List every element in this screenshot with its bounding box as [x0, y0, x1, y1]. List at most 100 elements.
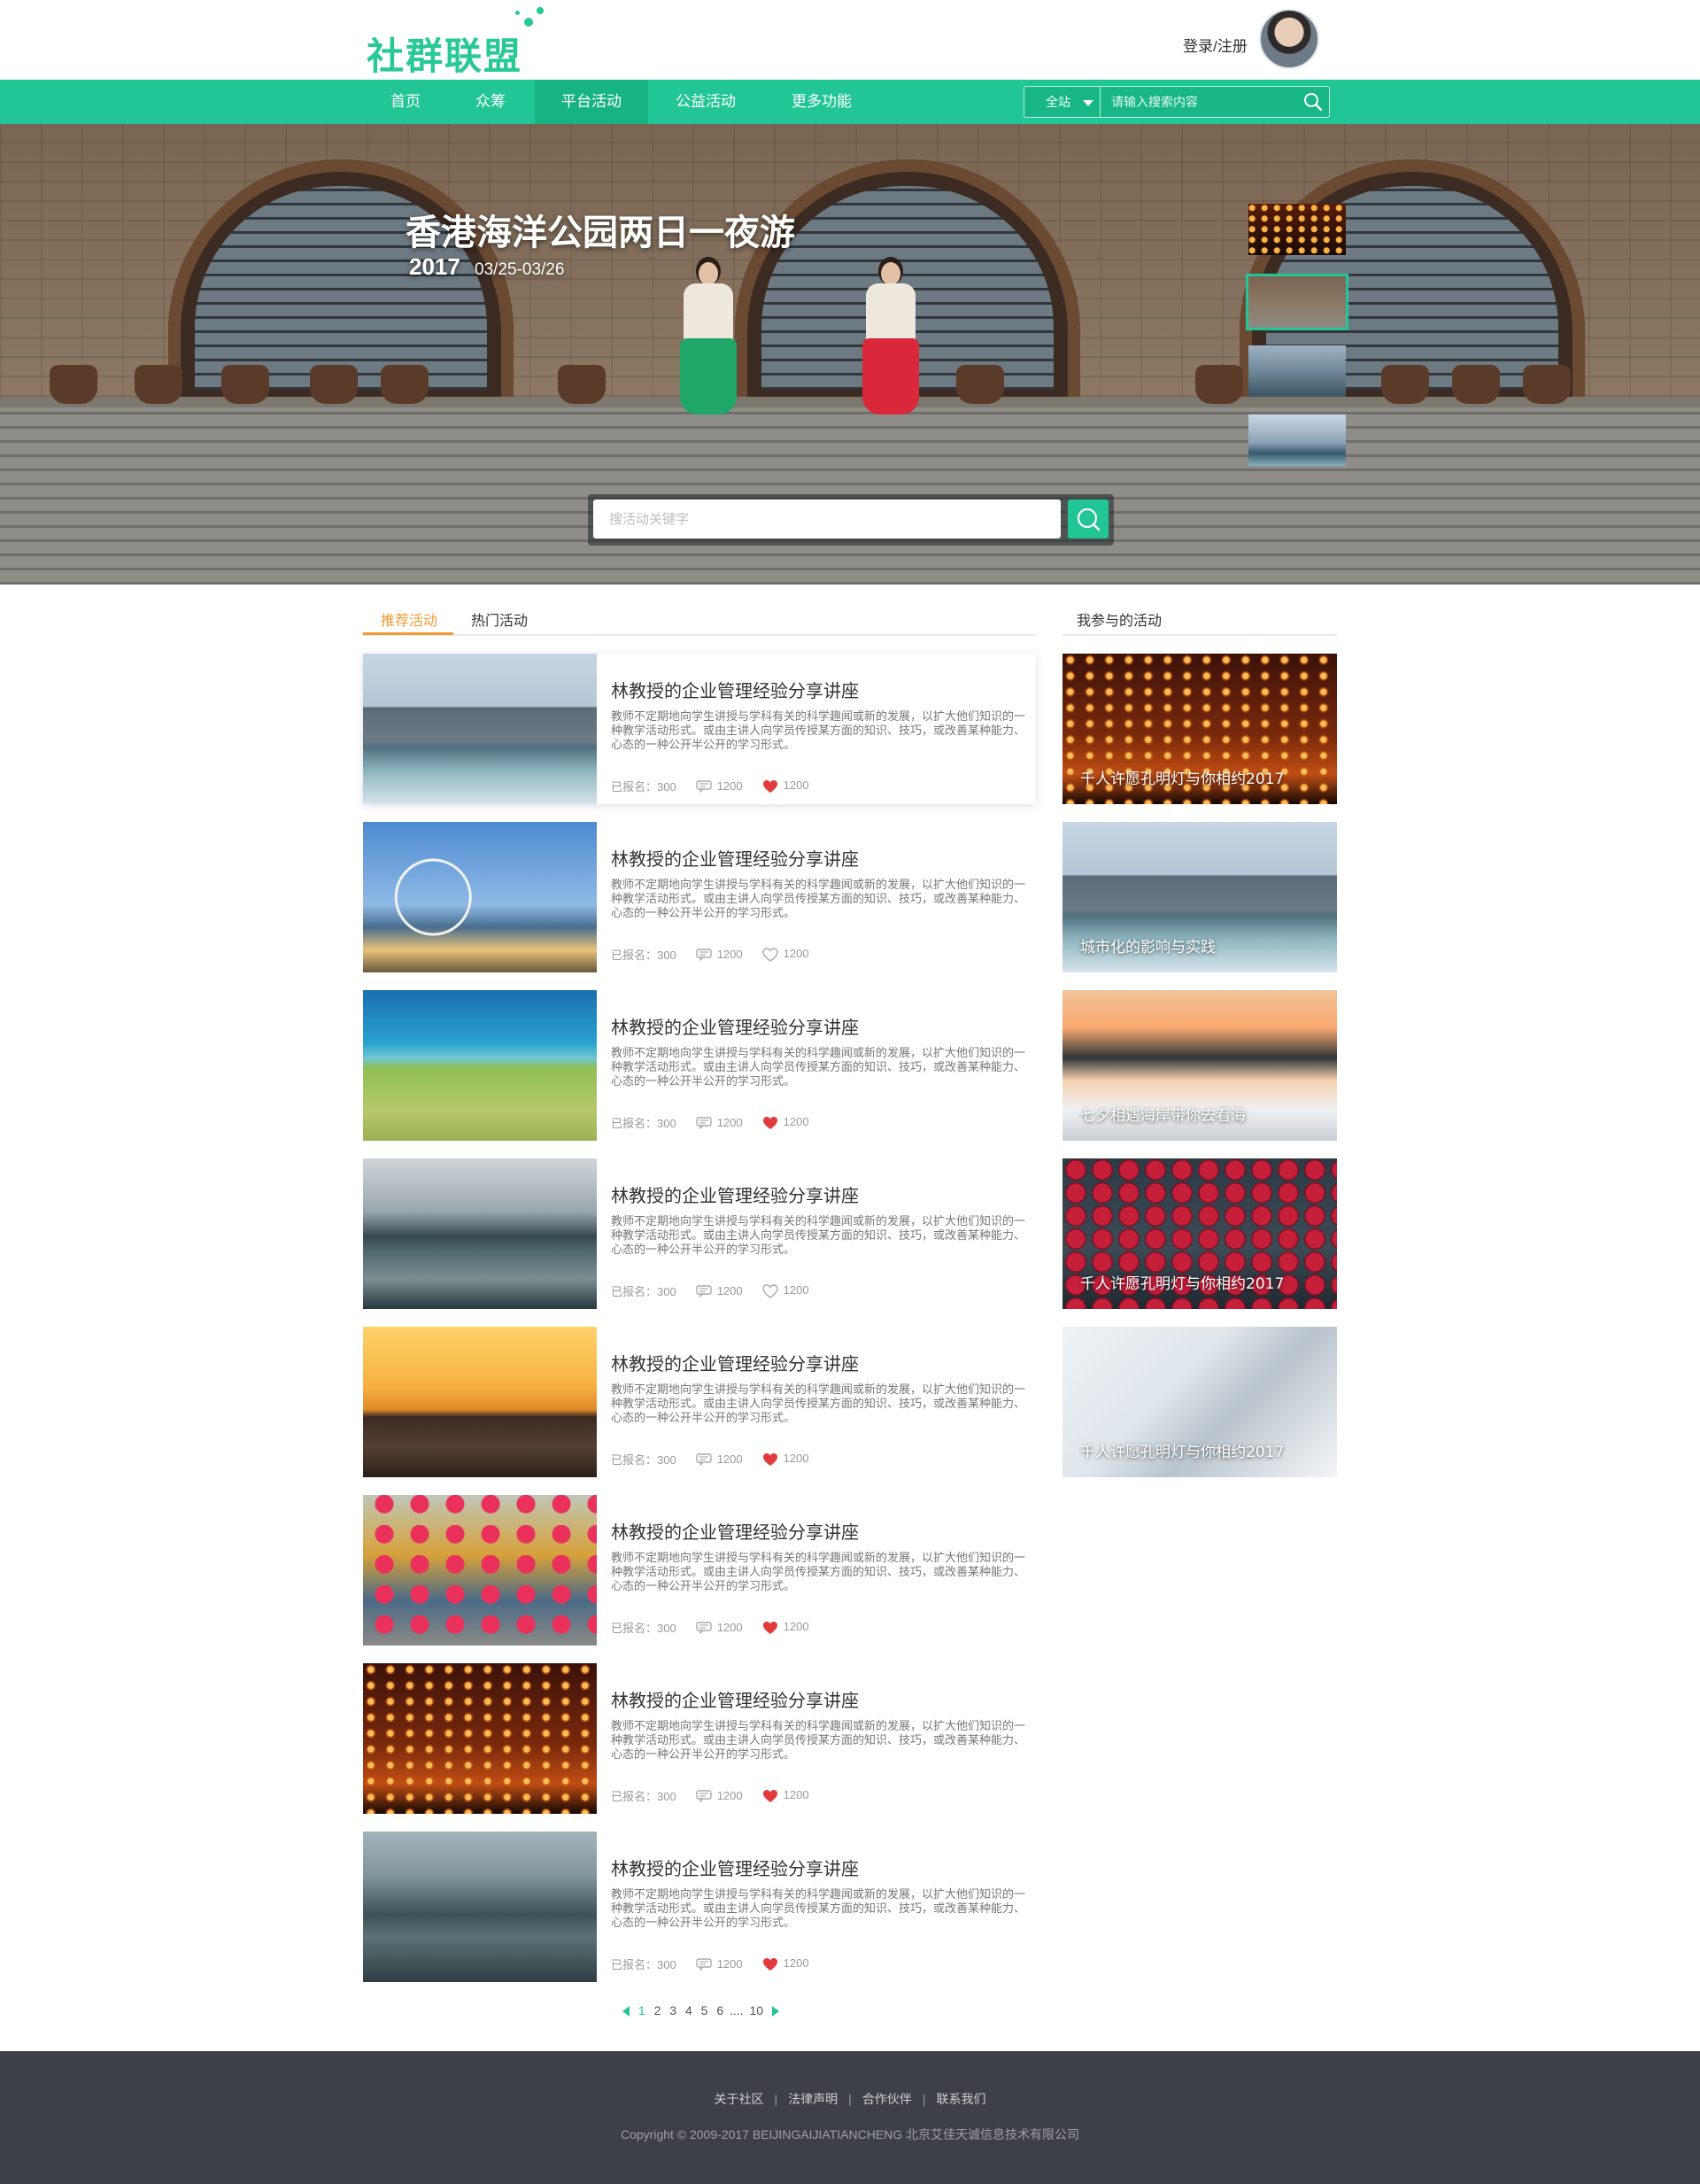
footer-link-contact[interactable]: 联系我们 [936, 2092, 985, 2106]
comment-stat[interactable]: 1200 [696, 1957, 743, 1971]
activity-title[interactable]: 林教授的企业管理经验分享讲座 [611, 677, 859, 702]
activity-title[interactable]: 林教授的企业管理经验分享讲座 [611, 1686, 859, 1712]
nav-item-home[interactable]: 首页 [370, 80, 441, 124]
footer-link-partners[interactable]: 合作伙伴 [862, 2092, 912, 2106]
page-link[interactable]: 2 [654, 2003, 661, 2017]
comment-icon [696, 949, 712, 962]
my-activity-card[interactable]: 城市化的影响与实践 [1062, 822, 1337, 972]
hero-thumbnail-city[interactable] [1248, 414, 1346, 466]
activity-image[interactable] [363, 822, 597, 972]
footer-link-legal[interactable]: 法律声明 [788, 2092, 838, 2106]
site-logo[interactable]: 社群联盟 [363, 7, 544, 78]
heart-filled-icon [762, 1789, 777, 1802]
footer-separator: | [922, 2092, 926, 2106]
my-activity-card[interactable]: 七夕相遇海岸带你去看海 [1062, 990, 1337, 1141]
nav-item-charity-activities[interactable]: 公益活动 [664, 80, 747, 124]
comment-stat[interactable]: 1200 [696, 1116, 743, 1130]
heart-outline-icon [761, 1284, 778, 1298]
comment-stat[interactable]: 1200 [696, 1789, 743, 1803]
next-page-arrow-icon[interactable] [771, 2006, 779, 2017]
comment-count: 1200 [716, 778, 743, 793]
nav-item-crowdfunding[interactable]: 众筹 [455, 80, 526, 124]
registered-count: 已报名：300 [611, 949, 676, 962]
activity-description: 教师不定期地向学生讲授与学科有关的科学趣闻或新的发展，以扩大他们知识的一种教学活… [611, 1046, 1026, 1088]
activity-item[interactable]: 林教授的企业管理经验分享讲座 教师不定期地向学生讲授与学科有关的科学趣闻或新的发展… [363, 1158, 1036, 1309]
activity-item[interactable]: 林教授的企业管理经验分享讲座教师不定期地向学生讲授与学科有关的科学趣闻或新的发展… [363, 1663, 1036, 1814]
my-activity-card[interactable]: 千人许愿孔明灯与你相约2017 [1062, 1327, 1337, 1477]
my-activity-title: 城市化的影响与实践 [1080, 939, 1216, 956]
page-link[interactable]: 6 [716, 2003, 723, 2017]
activity-image[interactable] [363, 1327, 597, 1477]
activity-title[interactable]: 林教授的企业管理经验分享讲座 [611, 845, 859, 871]
like-count: 1200 [783, 1452, 809, 1466]
activity-title[interactable]: 林教授的企业管理经验分享讲座 [611, 1855, 859, 1880]
logo-text: 社群联盟 [367, 35, 523, 78]
footer-link-about[interactable]: 关于社区 [715, 2092, 764, 2106]
comment-stat[interactable]: 1200 [696, 779, 743, 794]
my-activity-card[interactable]: 千人许愿孔明灯与你相约2017 [1062, 654, 1337, 804]
login-register-link[interactable]: 登录/注册 [1183, 34, 1248, 56]
activity-image[interactable] [363, 1663, 597, 1814]
like-stat[interactable]: 1200 [762, 778, 809, 794]
activity-description: 教师不定期地向学生讲授与学科有关的科学趣闻或新的发展，以扩大他们知识的一种教学活… [611, 1382, 1026, 1424]
like-stat[interactable]: 1200 [762, 1788, 809, 1803]
activity-image[interactable] [363, 1495, 597, 1646]
page-current[interactable]: 1 [638, 2003, 645, 2017]
activity-image[interactable] [363, 1158, 597, 1309]
comment-icon [696, 780, 712, 794]
activity-item[interactable]: 林教授的企业管理经验分享讲座 教师不定期地向学生讲授与学科有关的科学趣闻或新的发展… [363, 1495, 1036, 1646]
page-link-last[interactable]: 10 [749, 2003, 763, 2017]
activity-title[interactable]: 林教授的企业管理经验分享讲座 [611, 1181, 859, 1207]
comment-stat[interactable]: 1200 [696, 1452, 743, 1467]
comment-icon [696, 1453, 712, 1467]
like-count: 1200 [783, 1115, 809, 1129]
avatar[interactable] [1259, 9, 1319, 69]
page-link[interactable]: 5 [701, 2003, 708, 2017]
activity-item[interactable]: 林教授的企业管理经验分享讲座教师不定期地向学生讲授与学科有关的科学趣闻或新的发展… [363, 990, 1036, 1141]
hero-thumbnail-mountains[interactable] [1248, 345, 1346, 397]
pot [1195, 365, 1243, 404]
activity-item[interactable]: 林教授的企业管理经验分享讲座 教师不定期地向学生讲授与学科有关的科学趣闻或新的发展… [363, 1832, 1036, 1982]
like-stat[interactable]: 1200 [762, 1452, 809, 1467]
activity-title[interactable]: 林教授的企业管理经验分享讲座 [611, 1350, 859, 1375]
hero-thumbnail-lanterns[interactable] [1248, 204, 1346, 255]
tab-popular[interactable]: 热门活动 [471, 608, 528, 630]
like-stat[interactable]: 1200 [762, 1115, 809, 1130]
heart-filled-icon [762, 779, 777, 793]
search-scope-label: 全站 [1046, 95, 1070, 109]
like-stat[interactable]: 1200 [762, 1956, 809, 1971]
pot [558, 365, 606, 404]
prev-page-arrow-icon[interactable] [622, 2006, 630, 2017]
hero-search-input[interactable] [593, 500, 1061, 538]
nav-search-input[interactable] [1102, 89, 1297, 115]
activity-item[interactable]: 林教授的企业管理经验分享讲座 教师不定期地向学生讲授与学科有关的科学趣闻或新的发展… [363, 654, 1036, 804]
activity-title[interactable]: 林教授的企业管理经验分享讲座 [611, 1518, 859, 1544]
activity-title[interactable]: 林教授的企业管理经验分享讲座 [611, 1013, 859, 1039]
page-link[interactable]: 3 [669, 2003, 676, 2017]
tab-recommended[interactable]: 推荐活动 [381, 608, 437, 630]
pot [1452, 365, 1500, 404]
activity-image[interactable] [363, 1832, 597, 1982]
search-scope-select[interactable]: 全站 [1024, 87, 1101, 117]
search-icon[interactable] [1302, 91, 1324, 112]
footer-separator: | [774, 2092, 778, 2106]
hero-search-button[interactable] [1068, 500, 1109, 538]
activity-item[interactable]: 林教授的企业管理经验分享讲座 教师不定期地向学生讲授与学科有关的科学趣闻或新的发展… [363, 822, 1036, 972]
heart-filled-icon [762, 1621, 777, 1634]
activity-image[interactable] [363, 990, 597, 1141]
page-link[interactable]: 4 [685, 2003, 692, 2017]
my-activity-card[interactable]: 千人许愿孔明灯与你相约2017 [1062, 1158, 1337, 1309]
like-stat[interactable]: 1200 [762, 1620, 809, 1635]
logo-dot [524, 18, 533, 27]
comment-stat[interactable]: 1200 [696, 948, 743, 962]
comment-stat[interactable]: 1200 [696, 1621, 743, 1635]
like-stat[interactable]: 1200 [761, 947, 809, 962]
activity-image[interactable] [363, 654, 597, 804]
activity-item[interactable]: 林教授的企业管理经验分享讲座教师不定期地向学生讲授与学科有关的科学趣闻或新的发展… [363, 1327, 1036, 1477]
nav-item-platform-activities[interactable]: 平台活动 [535, 80, 648, 124]
activity-description: 教师不定期地向学生讲授与学科有关的科学趣闻或新的发展，以扩大他们知识的一种教学活… [611, 1719, 1026, 1761]
nav-item-more-features[interactable]: 更多功能 [779, 80, 864, 124]
like-stat[interactable]: 1200 [761, 1283, 809, 1298]
comment-stat[interactable]: 1200 [696, 1284, 743, 1298]
hero-thumbnail-village[interactable] [1246, 274, 1348, 330]
